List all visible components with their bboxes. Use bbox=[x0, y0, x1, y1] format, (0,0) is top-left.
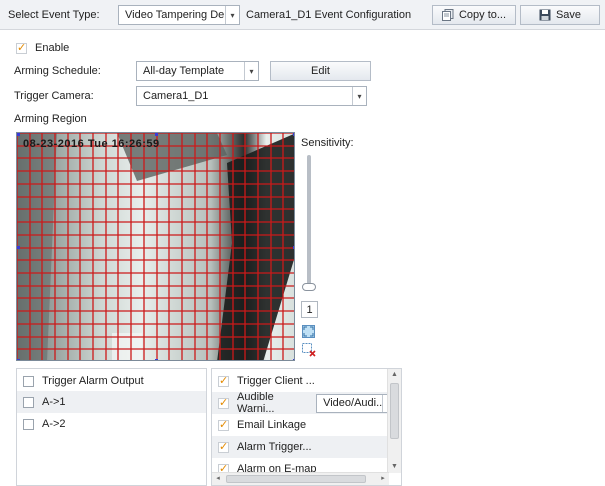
sensitivity-slider-thumb[interactable] bbox=[302, 283, 316, 291]
scroll-down-icon[interactable]: ▼ bbox=[388, 461, 401, 473]
enable-checkbox[interactable] bbox=[16, 41, 27, 54]
alarm-output-item[interactable]: A->2 bbox=[17, 413, 206, 435]
linkage-label: Audible Warni... bbox=[237, 391, 275, 415]
trigger-alarm-output-label: Trigger Alarm Output bbox=[42, 375, 144, 387]
edit-schedule-button[interactable]: Edit bbox=[270, 61, 371, 81]
event-type-label: Select Event Type: bbox=[8, 9, 100, 21]
sensitivity-slider-track[interactable] bbox=[307, 155, 311, 287]
clear-region-icon[interactable] bbox=[302, 343, 316, 357]
linkage-item[interactable]: Trigger Client ... bbox=[212, 370, 401, 392]
full-screen-region-icon[interactable] bbox=[302, 325, 315, 338]
alarm-output-label: A->1 bbox=[42, 396, 66, 408]
audible-warning-value: Video/Audi... bbox=[323, 397, 386, 409]
linkage-panel: Trigger Client ... Audible Warni... Vide… bbox=[211, 368, 402, 486]
trigger-alarm-output-checkbox[interactable] bbox=[23, 375, 34, 387]
alarm-output-checkbox[interactable] bbox=[23, 396, 34, 408]
save-button[interactable]: Save bbox=[520, 5, 600, 25]
alarm-output-checkbox[interactable] bbox=[23, 418, 34, 430]
scrollbar-thumb[interactable] bbox=[226, 475, 366, 483]
alarm-output-item[interactable]: A->1 bbox=[17, 391, 206, 413]
video-frame bbox=[17, 133, 294, 360]
event-type-select[interactable]: Video Tampering De... ▾ bbox=[118, 5, 240, 25]
enable-row[interactable]: Enable bbox=[16, 37, 69, 59]
save-label: Save bbox=[555, 9, 582, 21]
edit-label: Edit bbox=[311, 65, 330, 77]
trigger-camera-select[interactable]: Camera1_D1 ▾ bbox=[136, 86, 367, 106]
linkage-checkbox[interactable] bbox=[218, 440, 229, 453]
linkage-checkbox[interactable] bbox=[218, 374, 229, 387]
sensitivity-value[interactable]: 1 bbox=[301, 301, 318, 318]
event-toolbar: Select Event Type: Video Tampering De...… bbox=[0, 0, 605, 30]
trigger-alarm-output-header[interactable]: Trigger Alarm Output bbox=[17, 370, 206, 392]
video-osd-timestamp: 08-23-2016 Tue 16:26:59 bbox=[23, 138, 160, 150]
sensitivity-value-text: 1 bbox=[306, 303, 313, 316]
audible-warning-select[interactable]: Video/Audi... ▾ bbox=[316, 393, 397, 413]
arming-schedule-select[interactable]: All-day Template ▾ bbox=[136, 61, 259, 81]
linkage-checkbox[interactable] bbox=[218, 396, 229, 409]
scroll-left-icon[interactable]: ◂ bbox=[212, 473, 224, 485]
copy-icon bbox=[441, 9, 454, 21]
linkage-label: Trigger Client ... bbox=[237, 375, 315, 387]
linkage-checkbox[interactable] bbox=[218, 418, 229, 431]
linkage-item[interactable]: Email Linkage bbox=[212, 414, 401, 436]
copy-to-label: Copy to... bbox=[458, 9, 507, 21]
arming-schedule-label: Arming Schedule: bbox=[14, 65, 101, 77]
alarm-output-label: A->2 bbox=[42, 418, 66, 430]
linkage-scrollbar-vertical[interactable]: ▲ ▼ bbox=[387, 369, 401, 473]
linkage-item[interactable]: Alarm Trigger... bbox=[212, 436, 401, 458]
linkage-item[interactable]: Audible Warni... Video/Audi... ▾ bbox=[212, 391, 401, 415]
scroll-right-icon[interactable]: ▸ bbox=[377, 473, 389, 485]
linkage-label: Email Linkage bbox=[237, 419, 307, 431]
scroll-up-icon[interactable]: ▲ bbox=[388, 369, 401, 381]
chevron-down-icon: ▾ bbox=[352, 87, 366, 105]
chevron-down-icon: ▾ bbox=[225, 6, 239, 24]
linkage-label: Alarm Trigger... bbox=[237, 441, 312, 453]
copy-to-button[interactable]: Copy to... bbox=[432, 5, 516, 25]
chevron-down-icon: ▾ bbox=[244, 62, 258, 80]
arming-region-video[interactable]: 08-23-2016 Tue 16:26:59 bbox=[16, 132, 295, 361]
scrollbar-thumb[interactable] bbox=[390, 383, 399, 439]
save-icon bbox=[539, 9, 551, 21]
event-type-value: Video Tampering De... bbox=[125, 9, 234, 21]
enable-label: Enable bbox=[35, 42, 70, 54]
config-title: Camera1_D1 Event Configuration bbox=[246, 9, 412, 21]
sensitivity-label: Sensitivity: bbox=[301, 137, 354, 149]
arming-schedule-value: All-day Template bbox=[143, 65, 225, 77]
alarm-output-panel: Trigger Alarm Output A->1 A->2 bbox=[16, 368, 207, 486]
trigger-camera-value: Camera1_D1 bbox=[143, 90, 209, 102]
trigger-camera-label: Trigger Camera: bbox=[14, 90, 94, 102]
linkage-scrollbar-horizontal[interactable]: ◂ ▸ bbox=[212, 472, 389, 485]
arming-region-label: Arming Region bbox=[14, 113, 87, 125]
